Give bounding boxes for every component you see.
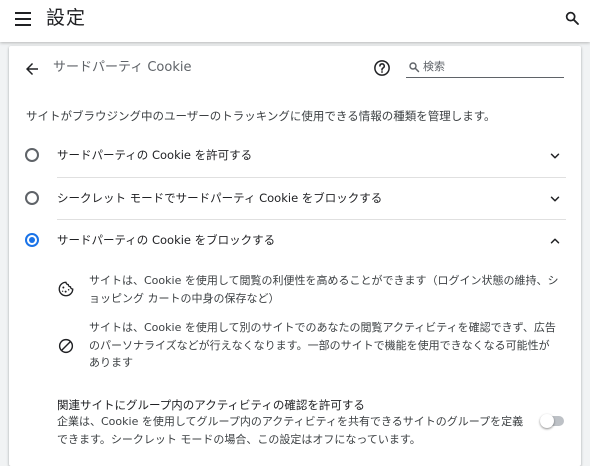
search-icon [409, 62, 420, 73]
option-label: サードパーティの Cookie を許可する [57, 148, 253, 162]
chevron-down-icon[interactable] [548, 149, 562, 163]
option-block-third-party-cookies[interactable]: サードパーティの Cookie をブロックする [19, 220, 566, 262]
option-allow-third-party-cookies[interactable]: サードパーティの Cookie を許可する [19, 135, 566, 177]
related-sites-description: 企業は、Cookie を使用してグループ内のアクティビティを共有できるサイトのグ… [57, 415, 524, 446]
toggle-knob [540, 414, 554, 428]
related-sites-toggle[interactable] [540, 414, 564, 428]
hamburger-menu-icon[interactable] [15, 11, 33, 27]
search-icon[interactable] [564, 10, 580, 26]
radio-button[interactable] [25, 148, 39, 162]
cookie-icon [58, 281, 74, 297]
option-label: シークレット モードでサードパーティ Cookie をブロックする [57, 191, 383, 205]
detail-text: サイトは、Cookie を使用して別のサイトでのあなたの閲覧アクティビティを確認… [89, 321, 556, 369]
top-app-bar: 設定 [0, 0, 590, 42]
option-label: サードパーティの Cookie をブロックする [57, 233, 276, 247]
radio-button[interactable] [25, 191, 39, 205]
page-description: サイトがブラウジング中のユーザーのトラッキングに使用できる情報の種類を管理します… [26, 109, 496, 123]
app-title: 設定 [46, 7, 87, 29]
related-sites-title: 関連サイトにグループ内のアクティビティの確認を許可する [57, 398, 365, 412]
chevron-up-icon[interactable] [548, 234, 562, 248]
page-search-field[interactable] [406, 58, 564, 78]
radio-button-checked[interactable] [25, 233, 39, 247]
detail-text: サイトは、Cookie を使用して閲覧の利便性を高めることができます（ログイン状… [89, 274, 559, 305]
settings-card: サードパーティ Cookie サイトがブラウジング中のユーザーのトラッキングに使… [9, 46, 581, 466]
chevron-down-icon[interactable] [548, 192, 562, 206]
arrow-back-icon[interactable] [23, 60, 41, 78]
page-title: サードパーティ Cookie [53, 60, 192, 75]
option-block-in-incognito[interactable]: シークレット モードでサードパーティ Cookie をブロックする [19, 178, 566, 220]
block-icon [58, 338, 74, 354]
help-circle-icon[interactable] [373, 59, 391, 77]
search-input[interactable] [423, 58, 561, 75]
